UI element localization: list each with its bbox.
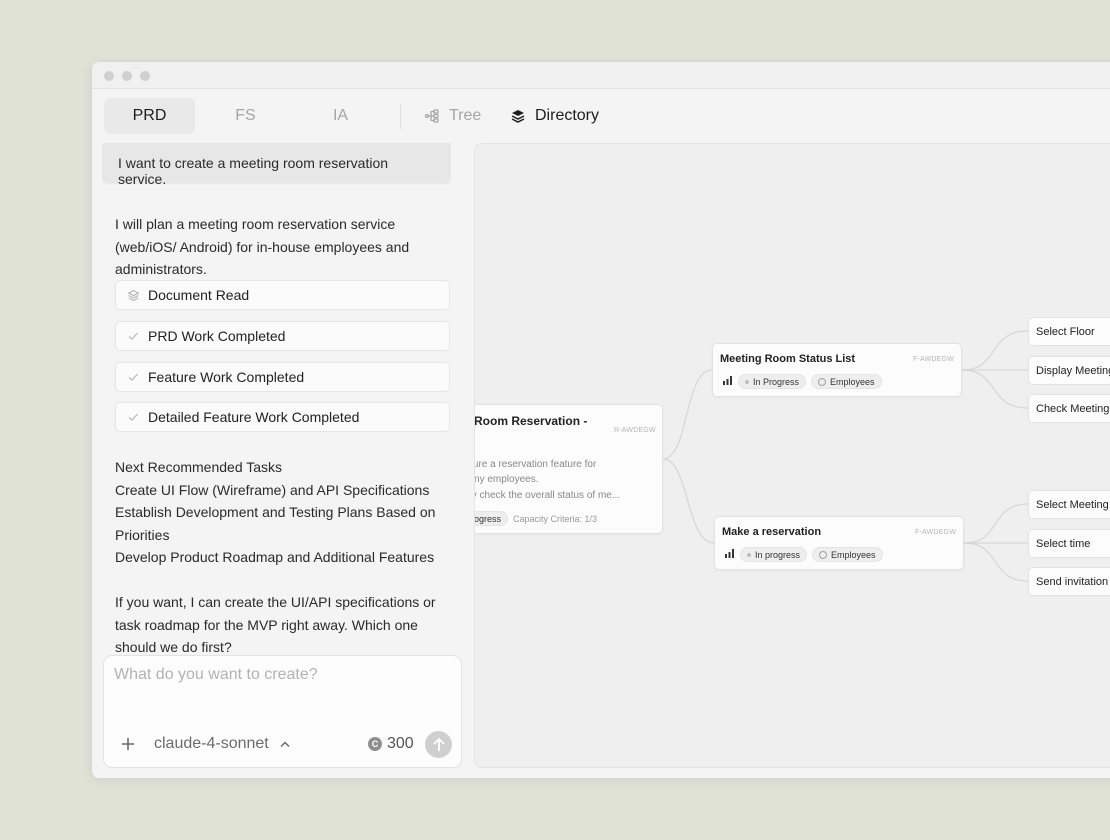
tree-icon (424, 108, 440, 124)
assistant-message: I will plan a meeting room reservation s… (115, 216, 410, 277)
arrow-up-icon (432, 737, 445, 751)
check-icon (126, 410, 140, 424)
feature-meta: In progress Employees (725, 547, 883, 562)
tree-view-label: Tree (449, 107, 482, 124)
step-label: Document Read (148, 287, 250, 303)
prompt-input[interactable] (114, 666, 444, 684)
status-text: In Progress (753, 376, 800, 387)
root-desc-line: Quickly check the overall status of me..… (475, 490, 621, 501)
root-desc-line: company employees. (474, 474, 539, 485)
leaf-node[interactable]: Select Meeting Room (1028, 490, 1110, 519)
leaf-node[interactable]: Display Meeting Room Status (1028, 356, 1110, 385)
layers-icon (510, 108, 526, 124)
audience-badge: Employees (811, 374, 882, 389)
next-task-item: Establish Development and Testing Plans … (115, 504, 436, 543)
audience-text: Employees (830, 376, 875, 387)
root-meta: In Progress Capacity Criteria: 1/3 (474, 511, 598, 526)
feature-node[interactable]: Make a reservation F-AWDEGW In progress … (714, 516, 964, 570)
next-task-item: Create UI Flow (Wireframe) and API Speci… (115, 481, 430, 498)
check-icon (126, 329, 140, 343)
credit-icon: C (368, 737, 382, 751)
root-desc-line: Configure a reservation feature for (474, 459, 597, 470)
status-badge: In Progress (474, 511, 509, 526)
composer: claude-4-sonnet C 300 (103, 655, 462, 768)
audience-badge: Employees (812, 547, 883, 562)
window-minimize-dot[interactable] (122, 71, 132, 81)
step-prd-completed: PRD Work Completed (115, 321, 450, 351)
next-tasks-title: Next Recommended Tasks (115, 459, 283, 475)
tab-divider (400, 105, 401, 129)
assistant-followup: If you want, I can create the UI/API spe… (115, 594, 436, 655)
feature-code: F-AWDEGW (913, 356, 954, 363)
credit-balance: C 300 (368, 734, 414, 754)
step-document-read: Document Read (115, 280, 450, 310)
window-close-dot[interactable] (104, 71, 114, 81)
plus-icon (122, 738, 134, 750)
status-text: In progress (755, 549, 801, 560)
model-selector[interactable]: claude-4-sonnet (154, 734, 291, 754)
send-button[interactable] (425, 731, 452, 758)
tree-canvas[interactable]: Room Reservation - R-AWDEGW Configure a … (474, 143, 1110, 768)
tab-prd[interactable]: PRD (104, 98, 195, 134)
next-task-item: Develop Product Roadmap and Additional F… (115, 549, 435, 565)
status-badge: In progress (740, 547, 808, 562)
step-label: PRD Work Completed (148, 328, 286, 344)
root-node[interactable]: Room Reservation - R-AWDEGW Configure a … (474, 404, 663, 534)
step-feature-completed: Feature Work Completed (115, 362, 450, 392)
chevron-up-icon (279, 735, 291, 753)
add-attachment-button[interactable] (118, 734, 138, 754)
app-window: PRD FS IA Tree Directory I want to creat… (91, 61, 1110, 779)
feature-title: Meeting Room Status List (720, 353, 856, 365)
step-detailed-feature-completed: Detailed Feature Work Completed (115, 402, 450, 432)
root-title: Room Reservation - (474, 414, 588, 428)
feature-meta: In Progress Employees (723, 374, 882, 389)
step-label: Feature Work Completed (148, 369, 305, 385)
status-text: In Progress (474, 513, 502, 524)
status-dot (747, 552, 751, 557)
step-label: Detailed Feature Work Completed (148, 409, 360, 425)
person-icon (819, 550, 828, 559)
root-code: R-AWDEGW (614, 427, 656, 434)
leaf-node[interactable]: Select time (1028, 529, 1110, 558)
feature-title: Make a reservation (722, 526, 822, 538)
user-message: I want to create a meeting room reservat… (102, 143, 451, 187)
tab-bar: PRD FS IA Tree Directory (92, 89, 1110, 143)
model-name: claude-4-sonnet (154, 735, 269, 752)
next-tasks: Next Recommended Tasks Create UI Flow (W… (115, 456, 450, 569)
status-dot (745, 379, 749, 384)
leaf-node[interactable]: Select Floor (1028, 317, 1110, 346)
tab-fs[interactable]: FS (200, 98, 291, 134)
person-icon (818, 377, 827, 386)
tree-view-button[interactable]: Tree (424, 98, 481, 134)
capacity-criteria: Capacity Criteria: 1/3 (513, 513, 598, 524)
status-badge: In Progress (738, 374, 807, 389)
check-icon (126, 370, 140, 384)
audience-text: Employees (831, 549, 876, 560)
chat-panel[interactable]: I want to create a meeting room reservat… (102, 143, 451, 655)
directory-view-label: Directory (535, 107, 600, 124)
leaf-node[interactable]: Send invitation (1028, 567, 1110, 596)
window-maximize-dot[interactable] (140, 71, 150, 81)
tab-ia[interactable]: IA (295, 98, 386, 134)
feature-node[interactable]: Meeting Room Status List F-AWDEGW In Pro… (712, 343, 962, 397)
leaf-node[interactable]: Check Meeting Room Details (1028, 394, 1110, 423)
priority-bars-icon (725, 549, 735, 560)
layers-icon (126, 288, 140, 302)
directory-view-button[interactable]: Directory (510, 98, 599, 134)
feature-code: F-AWDEGW (915, 529, 956, 536)
title-bar (92, 62, 1110, 89)
credit-count: 300 (387, 735, 414, 752)
priority-bars-icon (723, 376, 733, 387)
